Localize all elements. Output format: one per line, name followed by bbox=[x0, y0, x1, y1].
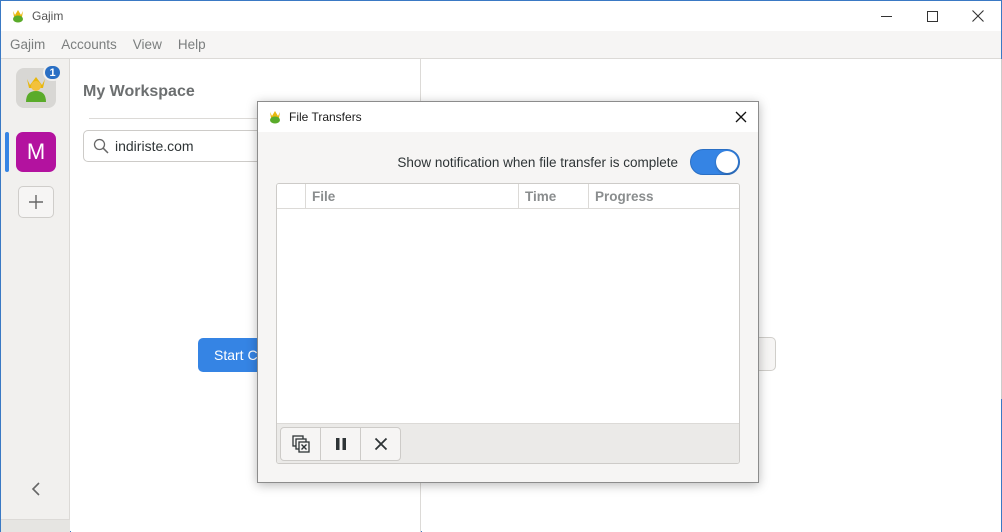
table-header: File Time Progress bbox=[277, 184, 739, 209]
menu-view[interactable]: View bbox=[133, 37, 162, 52]
pause-icon bbox=[335, 437, 346, 450]
add-workspace-button[interactable] bbox=[18, 186, 54, 218]
menu-accounts[interactable]: Accounts bbox=[61, 37, 117, 52]
cancel-icon bbox=[374, 437, 387, 450]
dialog-close-button[interactable] bbox=[728, 104, 754, 130]
gajim-logo-icon bbox=[10, 8, 26, 24]
active-workspace-indicator bbox=[5, 132, 9, 172]
column-header-file[interactable]: File bbox=[306, 184, 519, 209]
menu-help[interactable]: Help bbox=[178, 37, 206, 52]
gajim-logo-icon bbox=[267, 109, 283, 125]
dialog-title-bar: File Transfers bbox=[258, 102, 758, 132]
unread-badge: 1 bbox=[43, 64, 62, 81]
workspace-title: My Workspace bbox=[83, 83, 195, 100]
notification-toggle[interactable] bbox=[690, 149, 740, 175]
menu-gajim[interactable]: Gajim bbox=[10, 37, 45, 52]
collapse-sidebar-button[interactable] bbox=[25, 478, 47, 500]
transfers-table: File Time Progress bbox=[276, 183, 740, 464]
search-icon bbox=[93, 138, 109, 154]
maximize-button[interactable] bbox=[909, 1, 955, 31]
notification-setting-row: Show notification when file transfer is … bbox=[258, 149, 740, 175]
column-header-progress[interactable]: Progress bbox=[589, 184, 739, 209]
file-transfers-dialog: File Transfers Show notification when fi… bbox=[257, 101, 759, 483]
minimize-button[interactable] bbox=[863, 1, 909, 31]
clean-up-icon bbox=[291, 434, 310, 453]
column-header-icon[interactable] bbox=[277, 184, 306, 209]
search-value: indiriste.com bbox=[115, 138, 194, 154]
close-window-button[interactable] bbox=[955, 1, 1001, 31]
close-icon bbox=[972, 10, 984, 22]
table-body[interactable] bbox=[277, 209, 739, 423]
maximize-icon bbox=[926, 10, 938, 22]
transfers-toolbar bbox=[277, 423, 739, 463]
menu-bar: Gajim Accounts View Help bbox=[1, 31, 1001, 59]
cancel-button[interactable] bbox=[360, 426, 401, 461]
title-bar: Gajim bbox=[1, 1, 1001, 31]
clean-up-button[interactable] bbox=[280, 426, 321, 461]
minimize-icon bbox=[880, 15, 892, 17]
notification-label: Show notification when file transfer is … bbox=[397, 154, 678, 170]
dialog-title: File Transfers bbox=[289, 110, 362, 124]
window-title: Gajim bbox=[32, 9, 64, 23]
plus-icon bbox=[29, 195, 43, 209]
workspace-avatar[interactable]: M bbox=[16, 132, 56, 172]
chevron-left-icon bbox=[31, 482, 40, 496]
toggle-knob bbox=[716, 151, 738, 173]
close-icon bbox=[735, 111, 747, 123]
account-sidebar: 1 M bbox=[1, 59, 70, 532]
pause-button[interactable] bbox=[320, 426, 361, 461]
column-header-time[interactable]: Time bbox=[519, 184, 589, 209]
account-bar-footer bbox=[1, 519, 70, 532]
